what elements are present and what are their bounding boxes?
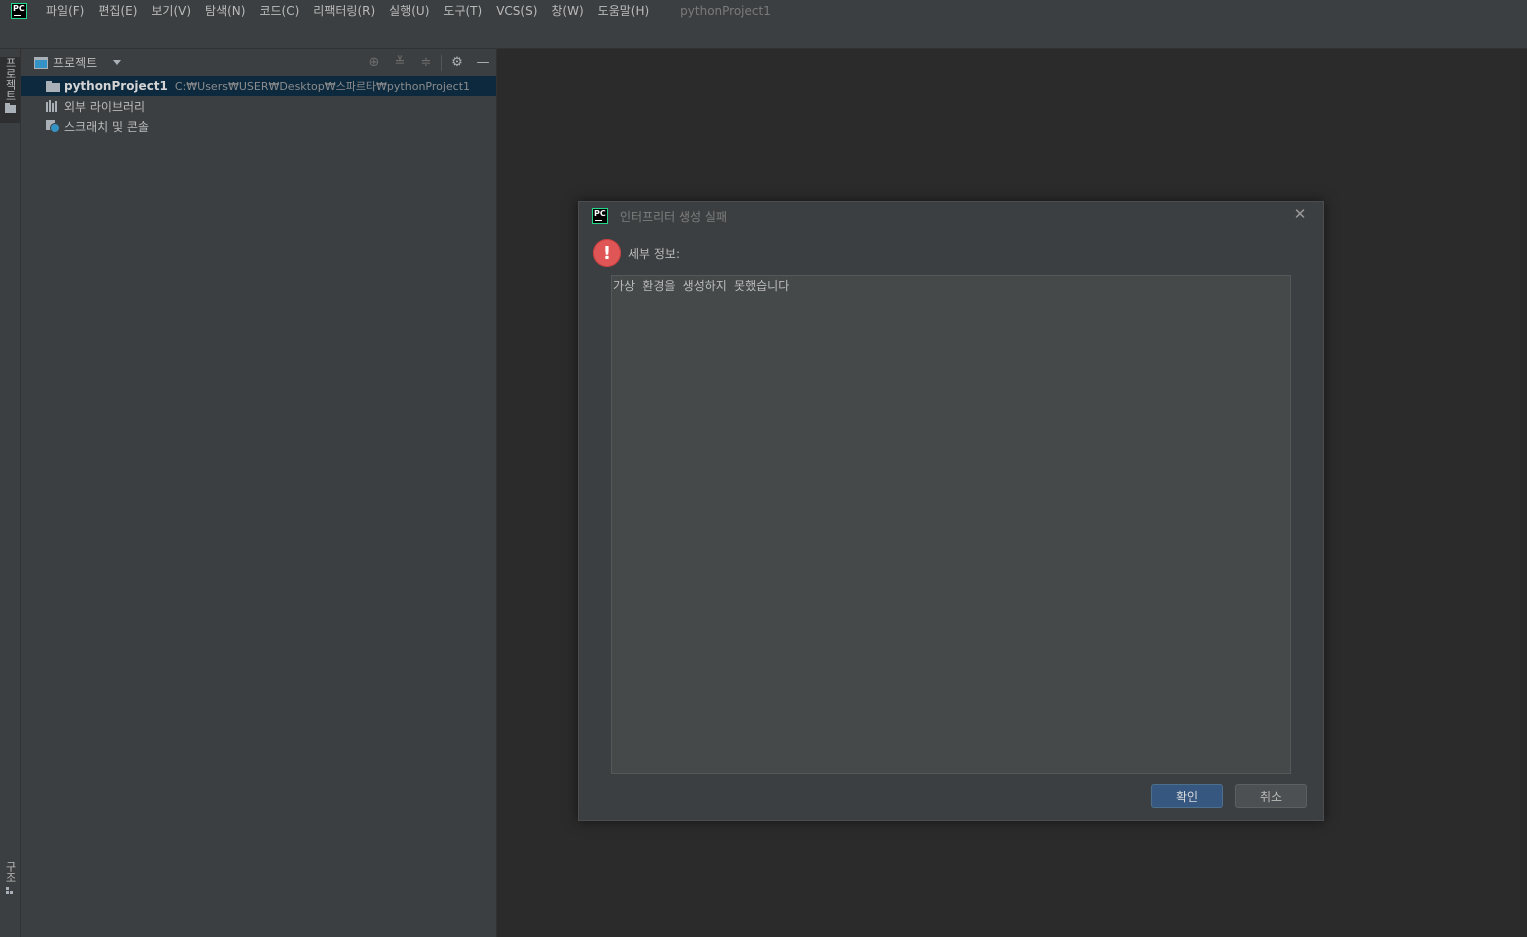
navigation-toolbar (0, 22, 1527, 49)
library-icon (46, 99, 60, 113)
project-tool-button[interactable]: 프로젝트 (0, 57, 20, 123)
dialog-heading: ! 세부 정보: (593, 239, 680, 267)
project-panel-title[interactable]: 프로젝트 (53, 54, 97, 71)
left-tool-strip: 프로젝트 구조 (0, 49, 21, 937)
menu-window[interactable]: 창(W) (544, 0, 590, 22)
pycharm-logo-icon: PC (11, 3, 27, 19)
structure-tool-button[interactable]: 구조 (0, 861, 20, 905)
tree-item-path: C:₩Users₩USER₩Desktop₩스파르타₩pythonProject… (174, 80, 471, 93)
project-view-icon (34, 56, 48, 69)
dialog-buttons: 확인 취소 (1151, 784, 1307, 808)
toolbar-divider (441, 54, 442, 71)
structure-icon (6, 887, 14, 895)
menu-refactor[interactable]: 리팩터링(R) (306, 0, 382, 22)
dialog-title: 인터프리터 생성 실패 (620, 209, 727, 224)
scratch-icon (46, 119, 60, 133)
tree-item-scratches[interactable]: 스크래치 및 콘솔 (21, 116, 496, 136)
structure-tool-label: 구조 (4, 861, 17, 883)
pycharm-logo-icon: PC (592, 208, 608, 224)
project-panel: 프로젝트 ⊕ ≚ ≑ ⚙ — pythonProject1 C:₩Users₩U… (21, 49, 497, 937)
tree-item-external-libraries[interactable]: 외부 라이브러리 (21, 96, 496, 116)
locate-icon[interactable]: ⊕ (361, 49, 387, 76)
menu-navigate[interactable]: 탐색(N) (198, 0, 252, 22)
gear-icon[interactable]: ⚙ (444, 49, 470, 76)
menu-run[interactable]: 실행(U) (382, 0, 436, 22)
error-dialog: PC 인터프리터 생성 실패 ✕ ! 세부 정보: 가상 환경을 생성하지 못했… (578, 201, 1324, 821)
ok-button[interactable]: 확인 (1151, 784, 1223, 808)
tree-item-name: 외부 라이브러리 (64, 99, 146, 114)
menu-tools[interactable]: 도구(T) (436, 0, 489, 22)
menu-edit[interactable]: 편집(E) (91, 0, 144, 22)
folder-icon (4, 103, 16, 113)
tree-item-name: pythonProject1 (64, 79, 168, 93)
menu-code[interactable]: 코드(C) (252, 0, 306, 22)
menu-bar: PC 파일(F) 편집(E) 보기(V) 탐색(N) 코드(C) 리팩터링(R)… (0, 0, 1527, 22)
minimize-icon[interactable]: — (470, 49, 496, 76)
expand-all-icon[interactable]: ≚ (387, 49, 413, 76)
menu-view[interactable]: 보기(V) (144, 0, 198, 22)
menu-file[interactable]: 파일(F) (39, 0, 91, 22)
dialog-titlebar[interactable]: PC 인터프리터 생성 실패 ✕ (579, 202, 1323, 230)
error-icon: ! (593, 239, 621, 267)
tree-item-name: 스크래치 및 콘솔 (64, 119, 149, 134)
project-tree: pythonProject1 C:₩Users₩USER₩Desktop₩스파르… (21, 76, 496, 136)
chevron-down-icon[interactable] (113, 60, 122, 65)
project-tool-label: 프로젝트 (4, 57, 17, 101)
collapse-all-icon[interactable]: ≑ (413, 49, 439, 76)
cancel-button[interactable]: 취소 (1235, 784, 1307, 808)
close-icon[interactable]: ✕ (1293, 207, 1307, 222)
tree-item-project-root[interactable]: pythonProject1 C:₩Users₩USER₩Desktop₩스파르… (21, 76, 496, 96)
menu-help[interactable]: 도움말(H) (591, 0, 657, 22)
project-panel-header: 프로젝트 ⊕ ≚ ≑ ⚙ — (21, 49, 496, 76)
details-label: 세부 정보: (628, 246, 681, 261)
folder-icon (46, 79, 60, 93)
menu-vcs[interactable]: VCS(S) (489, 0, 544, 22)
error-details-text[interactable]: 가상 환경을 생성하지 못했습니다 (611, 275, 1291, 774)
window-title: pythonProject1 (680, 4, 771, 18)
